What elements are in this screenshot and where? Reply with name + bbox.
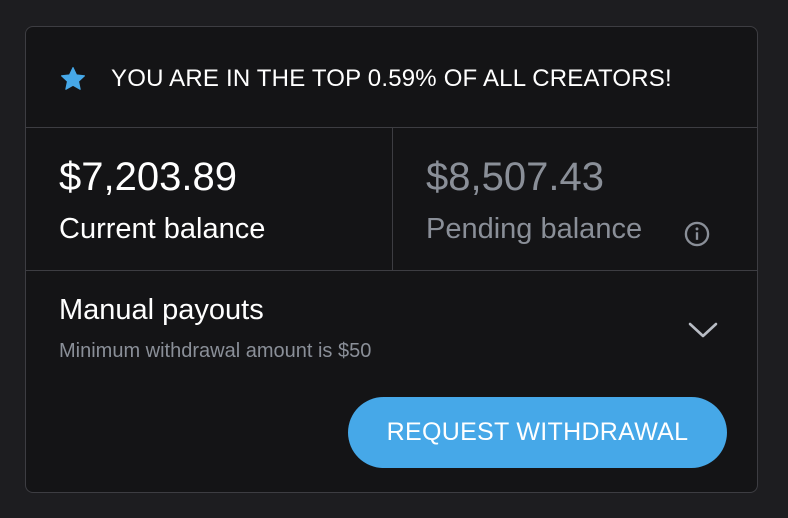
banner-text: YOU ARE IN THE TOP 0.59% OF ALL CREATORS… [111, 65, 672, 92]
request-withdrawal-button[interactable]: REQUEST WITHDRAWAL [348, 397, 727, 468]
earnings-card: YOU ARE IN THE TOP 0.59% OF ALL CREATORS… [25, 26, 758, 493]
pending-balance-amount: $8,507.43 [426, 155, 604, 199]
chevron-down-icon[interactable] [686, 320, 720, 340]
current-balance-label: Current balance [59, 213, 266, 245]
balances-row: $7,203.89 Current balance $8,507.43 Pend… [26, 127, 757, 271]
current-balance-amount: $7,203.89 [59, 155, 237, 199]
top-creator-banner: YOU ARE IN THE TOP 0.59% OF ALL CREATORS… [26, 27, 757, 128]
manual-payouts-title: Manual payouts [59, 294, 264, 326]
star-icon [59, 65, 87, 93]
info-icon[interactable] [683, 220, 711, 248]
minimum-withdrawal-note: Minimum withdrawal amount is $50 [59, 340, 372, 362]
balances-divider [392, 127, 393, 270]
pending-balance-label: Pending balance [426, 213, 643, 245]
